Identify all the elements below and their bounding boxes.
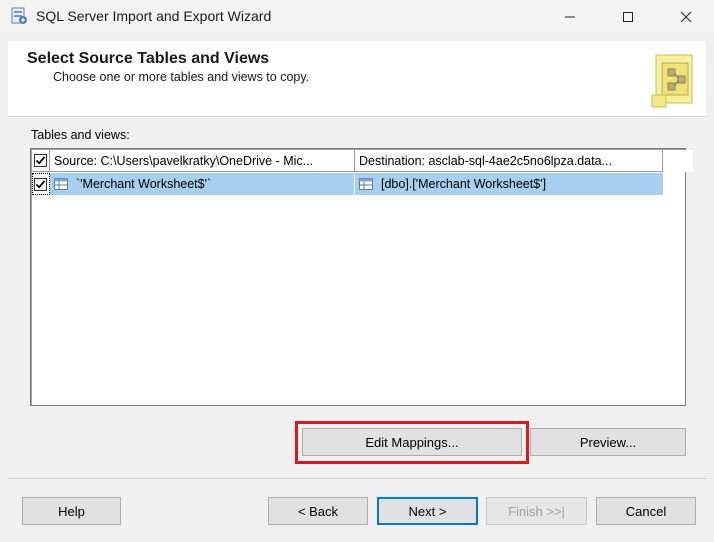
wizard-app-icon bbox=[11, 7, 27, 24]
destination-cell[interactable]: [dbo].['Merchant Worksheet$'] bbox=[355, 173, 663, 195]
source-table-name: `'Merchant Worksheet$'` bbox=[76, 177, 212, 191]
wizard-header: Select Source Tables and Views Choose on… bbox=[8, 41, 706, 117]
cancel-button[interactable]: Cancel bbox=[596, 497, 696, 525]
source-cell[interactable]: `'Merchant Worksheet$'` bbox=[50, 173, 355, 195]
select-all-checkbox[interactable] bbox=[34, 154, 47, 167]
checkmark-icon bbox=[35, 156, 46, 165]
source-column-header[interactable]: Source: C:\Users\pavelkratky\OneDrive - … bbox=[50, 150, 355, 172]
back-button[interactable]: < Back bbox=[268, 497, 368, 525]
tables-views-label: Tables and views: bbox=[31, 128, 130, 142]
grid-header: Source: C:\Users\pavelkratky\OneDrive - … bbox=[32, 150, 693, 172]
checkmark-icon bbox=[35, 179, 46, 189]
row-checkbox[interactable] bbox=[34, 177, 47, 191]
wizard-graphic-icon bbox=[651, 54, 693, 108]
table-icon bbox=[359, 178, 373, 190]
help-button[interactable]: Help bbox=[22, 497, 121, 525]
title-bar: SQL Server Import and Export Wizard bbox=[0, 0, 714, 33]
destination-column-header[interactable]: Destination: asclab-sql-4ae2c5no6lpza.da… bbox=[355, 150, 663, 172]
tables-views-grid[interactable]: Source: C:\Users\pavelkratky\OneDrive - … bbox=[30, 148, 693, 406]
edit-mappings-button[interactable]: Edit Mappings... bbox=[302, 428, 522, 456]
page-subtitle: Choose one or more tables and views to c… bbox=[53, 70, 310, 84]
window-title: SQL Server Import and Export Wizard bbox=[36, 8, 272, 24]
next-button[interactable]: Next > bbox=[377, 497, 478, 525]
select-all-cell[interactable] bbox=[32, 150, 50, 172]
minimize-icon bbox=[565, 16, 575, 17]
maximize-button[interactable] bbox=[599, 0, 657, 33]
table-icon bbox=[54, 178, 68, 190]
destination-table-name: [dbo].['Merchant Worksheet$'] bbox=[381, 177, 547, 191]
preview-button[interactable]: Preview... bbox=[530, 428, 686, 456]
page-title: Select Source Tables and Views bbox=[27, 50, 270, 67]
close-button[interactable] bbox=[657, 0, 714, 33]
footer-divider bbox=[8, 478, 706, 479]
row-checkbox-cell[interactable] bbox=[32, 173, 50, 195]
finish-button[interactable]: Finish >>| bbox=[486, 497, 587, 525]
table-row[interactable]: `'Merchant Worksheet$'` [dbo].['Merchant… bbox=[32, 173, 663, 195]
minimize-button[interactable] bbox=[541, 0, 599, 33]
close-icon bbox=[680, 11, 692, 22]
maximize-icon bbox=[623, 11, 633, 22]
